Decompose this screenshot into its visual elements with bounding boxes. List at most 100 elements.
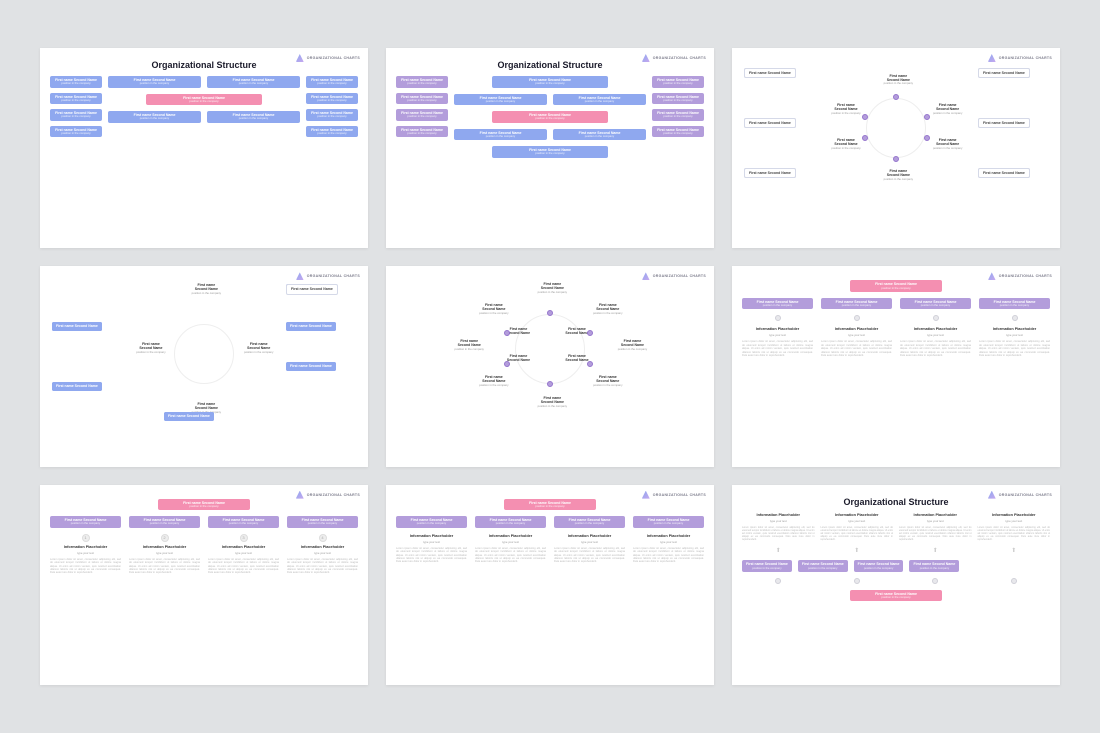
brand: ORGANIZATIONAL CHARTS xyxy=(296,54,360,62)
mid-col: First name Second Nameposition in the co… xyxy=(108,76,300,137)
info-heading: Information Placeholder xyxy=(914,327,957,331)
brand-text: ORGANIZATIONAL CHARTS xyxy=(307,493,360,497)
radial-node: First nameSecond Nameposition in the com… xyxy=(192,284,221,295)
org-node: First name Second Name xyxy=(286,322,336,330)
dot-icon xyxy=(862,135,868,141)
info-block: Information Placeholdertype your textLor… xyxy=(742,327,813,357)
brand-text: ORGANIZATIONAL CHARTS xyxy=(307,56,360,60)
radial-chart: First nameSecond Nameposition in the com… xyxy=(50,284,358,424)
slide-5[interactable]: ORGANIZATIONAL CHARTS First nameSecond N… xyxy=(386,266,714,466)
info-text: Lorem ipsum dolor sit amet, consectetur … xyxy=(821,526,894,542)
org-node: First name Second Nameposition in the co… xyxy=(108,76,201,88)
slide-9[interactable]: ORGANIZATIONAL CHARTS Organizational Str… xyxy=(732,485,1060,685)
info-block: Information Placeholdertype your textLor… xyxy=(821,327,892,357)
org-node: First name Second Nameposition in the co… xyxy=(553,94,646,106)
org-node-root: First name Second Nameposition in the co… xyxy=(492,111,607,123)
info-row: 1Information Placeholdertype your textLo… xyxy=(50,534,358,575)
info-text: Lorem ipsum dolor sit amet, consectetur … xyxy=(287,558,358,575)
number-circle-icon: 4 xyxy=(319,534,327,542)
info-text: Lorem ipsum dolor sit amet, consectetur … xyxy=(633,547,704,564)
circle-icon xyxy=(854,315,860,321)
slide-6[interactable]: ORGANIZATIONAL CHARTS First name Second … xyxy=(732,266,1060,466)
info-heading: Information Placeholder xyxy=(756,327,799,331)
radial-node: First nameSecond Nameposition in the com… xyxy=(884,75,913,86)
arrow-up-icon: ⬆ xyxy=(1011,547,1016,554)
org-node: First name Second Nameposition in the co… xyxy=(492,146,607,158)
info-block: 2Information Placeholdertype your textLo… xyxy=(129,534,200,575)
wheel-node: First nameSecond Nameposition in the com… xyxy=(538,283,567,294)
slide-3[interactable]: ORGANIZATIONAL CHARTS First nameSecond N… xyxy=(732,48,1060,248)
dot-icon xyxy=(504,361,510,367)
dot-icon xyxy=(893,156,899,162)
dot-icon xyxy=(924,135,930,141)
brand: ORGANIZATIONAL CHARTS xyxy=(988,272,1052,280)
info-block: Information Placeholdertype your textLor… xyxy=(979,327,1050,357)
circle-icon xyxy=(854,578,860,584)
slide-1[interactable]: ORGANIZATIONAL CHARTS Organizational Str… xyxy=(40,48,368,248)
org-node: First name Second Nameposition in the co… xyxy=(979,298,1050,310)
brand-icon xyxy=(296,272,304,280)
info-row: Information Placeholdertype your textLor… xyxy=(742,513,1050,542)
org-node: First name Second Name xyxy=(52,382,102,390)
info-text: Lorem ipsum dolor sit amet, consectetur … xyxy=(742,340,813,357)
slide-2[interactable]: ORGANIZATIONAL CHARTS Organizational Str… xyxy=(386,48,714,248)
hier-row: First name Second Nameposition in the co… xyxy=(396,516,704,528)
info-heading: Information Placeholder xyxy=(568,534,611,538)
info-block: Information Placeholdertype your textLor… xyxy=(978,513,1051,542)
info-block: Information Placeholdertype your textLor… xyxy=(475,534,546,564)
info-text: Lorem ipsum dolor sit amet, consectetur … xyxy=(475,547,546,564)
hier-row: First name Second Nameposition in the co… xyxy=(50,516,358,528)
circle-icon xyxy=(933,315,939,321)
info-text: Lorem ipsum dolor sit amet, consectetur … xyxy=(208,558,279,575)
brand-text: ORGANIZATIONAL CHARTS xyxy=(653,493,706,497)
slide-4[interactable]: ORGANIZATIONAL CHARTS First nameSecond N… xyxy=(40,266,368,466)
radial-node: First nameSecond Nameposition in the com… xyxy=(884,170,913,181)
org-node: First name Second Nameposition in the co… xyxy=(854,560,904,572)
info-heading: Information Placeholder xyxy=(222,545,265,549)
info-text: Lorem ipsum dolor sit amet, consectetur … xyxy=(821,340,892,357)
slide-7[interactable]: ORGANIZATIONAL CHARTS First name Second … xyxy=(40,485,368,685)
info-heading: Information Placeholder xyxy=(64,545,107,549)
ring xyxy=(866,98,926,158)
info-block: Information Placeholdertype your textLor… xyxy=(396,534,467,564)
org-node: First name Second Nameposition in the co… xyxy=(396,126,448,138)
org-node: First name Second Name xyxy=(744,168,796,178)
info-text: Lorem ipsum dolor sit amet, consectetur … xyxy=(742,526,815,542)
radial-node: First nameSecond Nameposition in the com… xyxy=(933,104,962,115)
hierarchy: First name Second Nameposition in the co… xyxy=(742,280,1050,357)
info-block: Information Placeholdertype your textLor… xyxy=(742,513,815,542)
right-col: First name Second Nameposition in the co… xyxy=(652,76,704,158)
org-node: First name Second Nameposition in the co… xyxy=(396,93,448,105)
brand-text: ORGANIZATIONAL CHARTS xyxy=(307,274,360,278)
reverse-hierarchy: Information Placeholdertype your textLor… xyxy=(742,513,1050,602)
org-node: First name Second Nameposition in the co… xyxy=(50,109,102,121)
org-node: First name Second Nameposition in the co… xyxy=(652,93,704,105)
ring xyxy=(174,324,234,384)
org-tree: First name Second Nameposition in the co… xyxy=(396,76,704,158)
org-node: First name Second Nameposition in the co… xyxy=(207,76,300,88)
wheel-chart: First nameSecond Nameposition in the com… xyxy=(396,274,704,424)
brand: ORGANIZATIONAL CHARTS xyxy=(296,491,360,499)
wheel-node: First nameSecond Nameposition in the com… xyxy=(618,340,647,351)
dot-row xyxy=(742,315,1050,321)
org-node: First name Second Nameposition in the co… xyxy=(492,76,607,88)
wheel-node: First nameSecond Nameposition in the com… xyxy=(479,376,508,387)
wheel-node: First nameSecond Nameposition in the com… xyxy=(538,397,567,408)
org-node: First name Second Nameposition in the co… xyxy=(50,93,102,105)
org-node: First name Second Name xyxy=(978,118,1030,128)
dot-icon xyxy=(587,361,593,367)
org-node: First name Second Nameposition in the co… xyxy=(553,129,646,141)
brand: ORGANIZATIONAL CHARTS xyxy=(296,272,360,280)
info-block: 3Information Placeholdertype your textLo… xyxy=(208,534,279,575)
radial-chart: First nameSecond Nameposition in the com… xyxy=(742,58,1050,198)
brand-icon xyxy=(296,491,304,499)
org-node: First name Second Nameposition in the co… xyxy=(396,109,448,121)
right-col: First name Second Nameposition in the co… xyxy=(306,76,358,137)
brand: ORGANIZATIONAL CHARTS xyxy=(988,491,1052,499)
wheel-node: First nameSecond Nameposition in the com… xyxy=(593,376,622,387)
org-node: First name Second Nameposition in the co… xyxy=(207,111,300,123)
org-node: First name Second Nameposition in the co… xyxy=(50,516,121,528)
slide-8[interactable]: ORGANIZATIONAL CHARTS First name Second … xyxy=(386,485,714,685)
dot-icon xyxy=(587,330,593,336)
org-node: First name Second Name xyxy=(286,362,336,370)
